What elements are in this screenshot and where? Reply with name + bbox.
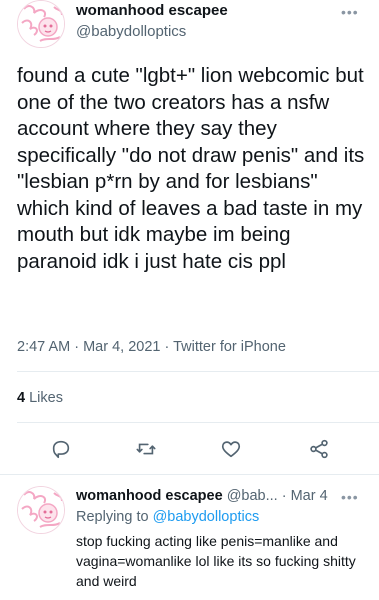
reply-handle-date[interactable]: @bab... · Mar 4 (227, 488, 328, 504)
like-button[interactable] (218, 436, 244, 462)
likes-number: 4 (17, 390, 26, 406)
display-name[interactable]: womanhood escapee (76, 2, 228, 19)
likes-label: Likes (29, 390, 63, 406)
more-options-icon[interactable]: ••• (341, 4, 359, 20)
divider (17, 422, 379, 423)
replying-prefix: Replying to (76, 509, 149, 525)
avatar[interactable] (17, 0, 65, 48)
replying-to: Replying to @babydolloptics (76, 509, 259, 525)
retweet-icon (136, 443, 156, 455)
share-icon (310, 439, 328, 459)
tweet-timestamp[interactable]: 2:47 AM · Mar 4, 2021 · Twitter for iPho… (17, 339, 286, 355)
retweet-button[interactable] (133, 436, 159, 462)
action-bar (0, 436, 379, 462)
replying-handle-link[interactable]: @babydolloptics (153, 509, 260, 525)
divider (17, 371, 379, 372)
share-button[interactable] (306, 436, 332, 462)
likes-count[interactable]: 4 Likes (17, 390, 63, 406)
avatar-image (18, 1, 64, 47)
reply-display-name[interactable]: womanhood escapee (76, 488, 223, 504)
reply-avatar[interactable] (17, 486, 65, 534)
divider (0, 474, 379, 475)
handle[interactable]: @babydolloptics (76, 23, 186, 40)
avatar-image (18, 487, 64, 533)
reply-text: stop fucking acting like penis=manlike a… (76, 533, 356, 589)
reply-icon (52, 440, 70, 459)
like-icon (221, 441, 241, 458)
reply-more-options-icon[interactable]: ••• (341, 489, 359, 505)
reply-button[interactable] (48, 436, 74, 462)
reply-header: womanhood escapee @bab... · Mar 4 (76, 488, 366, 504)
tweet-text: found a cute "lgbt+" lion webcomic but o… (17, 64, 365, 273)
